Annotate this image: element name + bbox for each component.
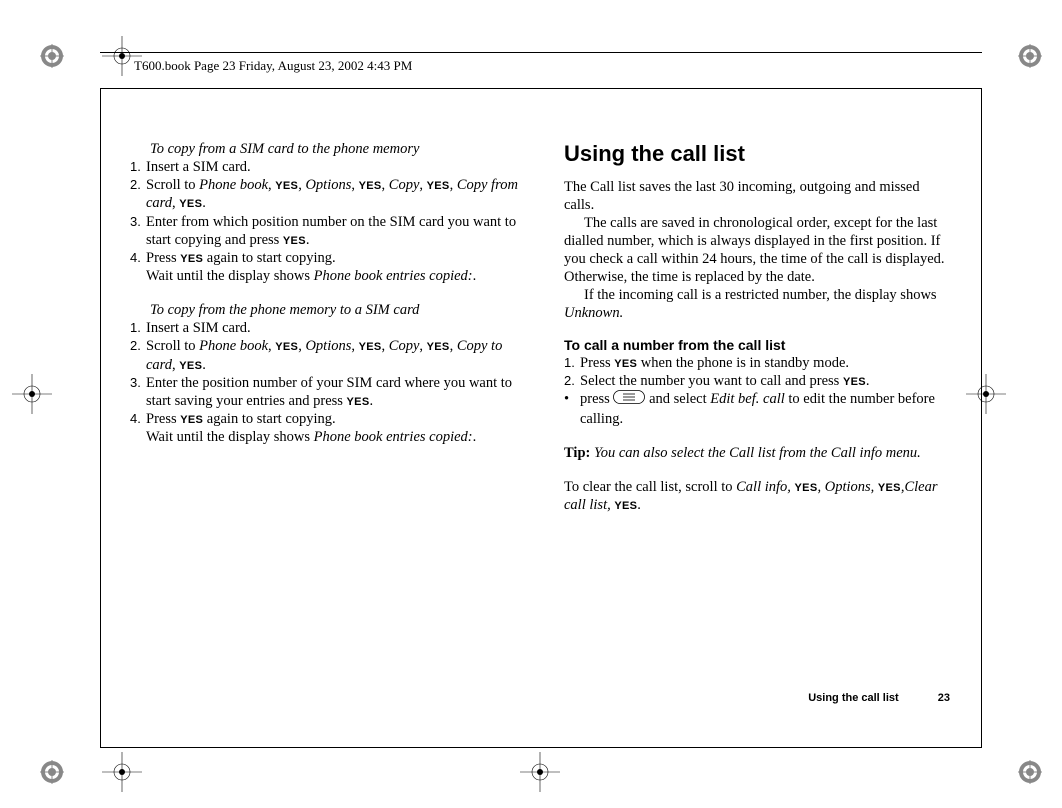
ordered-list: 1. Insert a SIM card. 2. Scroll to Phone… [130, 319, 518, 446]
section-title: To copy from a SIM card to the phone mem… [150, 140, 518, 158]
left-column: To copy from a SIM card to the phone mem… [130, 140, 518, 698]
list-item: 2. Scroll to Phone book, YES, Options, Y… [130, 337, 518, 373]
footer-label: Using the call list [808, 692, 898, 704]
tip-paragraph: Tip: You can also select the Call list f… [564, 444, 952, 462]
list-item: 1. Press YES when the phone is in standb… [564, 354, 952, 372]
ordered-list: 1. Press YES when the phone is in standb… [564, 354, 952, 428]
section-title: To copy from the phone memory to a SIM c… [150, 301, 518, 319]
paragraph: To clear the call list, scroll to Call i… [564, 478, 952, 514]
right-column: Using the call list The Call list saves … [564, 140, 952, 698]
list-item: 1. Insert a SIM card. [130, 158, 518, 176]
paragraph: The Call list saves the last 30 incoming… [564, 178, 952, 214]
content-area: To copy from a SIM card to the phone mem… [130, 140, 952, 698]
ordered-list: 1. Insert a SIM card. 2. Scroll to Phone… [130, 158, 518, 285]
list-item: 3. Enter the position number of your SIM… [130, 374, 518, 410]
header-rule [100, 52, 982, 53]
paragraph: If the incoming call is a restricted num… [564, 286, 952, 322]
list-item: 3. Enter from which position number on t… [130, 213, 518, 249]
heading: Using the call list [564, 140, 952, 168]
header-text: T600.book Page 23 Friday, August 23, 200… [134, 58, 412, 74]
list-item: 2. Select the number you want to call an… [564, 372, 952, 390]
crop-mark-icon [102, 752, 142, 792]
registration-target-icon [1018, 760, 1042, 784]
crop-mark-icon [12, 374, 52, 414]
registration-target-icon [40, 760, 64, 784]
list-item: 1. Insert a SIM card. [130, 319, 518, 337]
list-item: 2. Scroll to Phone book, YES, Options, Y… [130, 176, 518, 212]
registration-target-icon [1018, 44, 1042, 68]
crop-mark-icon [520, 752, 560, 792]
paragraph: The calls are saved in chronological ord… [564, 214, 952, 287]
page-footer: Using the call list 23 [808, 692, 950, 704]
subheading: To call a number from the call list [564, 337, 952, 355]
options-key-icon [613, 390, 645, 409]
list-item: 4. Press YES again to start copying.Wait… [130, 410, 518, 446]
list-item: 4. Press YES again to start copying.Wait… [130, 249, 518, 285]
page-number: 23 [938, 692, 950, 704]
bullet-item: • press and select Edit bef. call to edi… [564, 390, 952, 427]
registration-target-icon [40, 44, 64, 68]
